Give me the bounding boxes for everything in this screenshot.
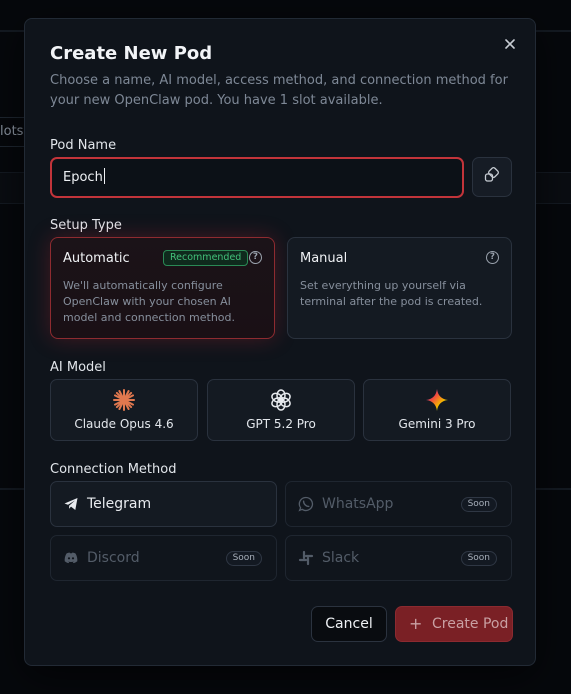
setup-option-description: Set everything up yourself via terminal … <box>300 279 483 308</box>
setup-type-label: Setup Type <box>50 218 122 233</box>
close-icon[interactable] <box>501 35 519 53</box>
dialog-title: Create New Pod <box>50 43 213 64</box>
slack-icon <box>298 550 314 566</box>
connection-name: Slack <box>322 550 360 566</box>
openai-icon <box>269 388 293 412</box>
connection-option-slack: Slack Soon <box>285 535 512 581</box>
help-icon[interactable]: ? <box>249 251 262 264</box>
claude-icon <box>112 388 136 412</box>
model-name: Claude Opus 4.6 <box>74 417 174 431</box>
text-caret <box>103 168 105 184</box>
connection-method-label: Connection Method <box>50 462 177 477</box>
model-option-claude[interactable]: Claude Opus 4.6 <box>50 379 198 441</box>
model-name: Gemini 3 Pro <box>398 417 476 431</box>
setup-option-title: Manual <box>300 251 348 266</box>
plus-icon: + <box>409 614 423 633</box>
setup-option-automatic[interactable]: Automatic Recommended ? We'll automatica… <box>50 237 275 339</box>
help-icon[interactable]: ? <box>486 251 499 264</box>
ai-model-label: AI Model <box>50 360 106 375</box>
create-pod-dialog: Create New Pod Choose a name, AI model, … <box>24 18 536 666</box>
randomize-name-button[interactable] <box>472 157 512 197</box>
connection-option-telegram[interactable]: Telegram <box>50 481 277 527</box>
connection-option-whatsapp: WhatsApp Soon <box>285 481 512 527</box>
soon-badge: Soon <box>460 551 497 566</box>
recommended-badge: Recommended <box>163 250 249 266</box>
pod-name-input[interactable]: Epoch <box>50 157 464 198</box>
telegram-icon <box>63 496 79 512</box>
copy-icon <box>484 167 500 187</box>
soon-badge: Soon <box>460 497 497 512</box>
connection-option-discord: Discord Soon <box>50 535 277 581</box>
connection-name: Discord <box>87 550 140 566</box>
cancel-button[interactable]: Cancel <box>311 606 387 642</box>
whatsapp-icon <box>298 496 314 512</box>
pod-name-label: Pod Name <box>50 138 117 153</box>
setup-option-manual[interactable]: Manual ? Set everything up yourself via … <box>287 237 512 339</box>
model-option-gpt[interactable]: GPT 5.2 Pro <box>207 379 355 441</box>
gemini-icon <box>425 388 449 412</box>
create-pod-button[interactable]: + Create Pod <box>395 606 513 642</box>
model-option-gemini[interactable]: Gemini 3 Pro <box>363 379 511 441</box>
pod-name-value: Epoch <box>63 170 103 185</box>
soon-badge: Soon <box>225 551 262 566</box>
create-pod-label: Create Pod <box>432 616 509 632</box>
model-name: GPT 5.2 Pro <box>246 417 316 431</box>
connection-name: WhatsApp <box>322 496 394 512</box>
dialog-description: Choose a name, AI model, access method, … <box>50 73 508 108</box>
connection-name: Telegram <box>87 496 152 512</box>
setup-option-description: We'll automatically configure OpenClaw w… <box>63 279 236 324</box>
discord-icon <box>63 550 79 566</box>
